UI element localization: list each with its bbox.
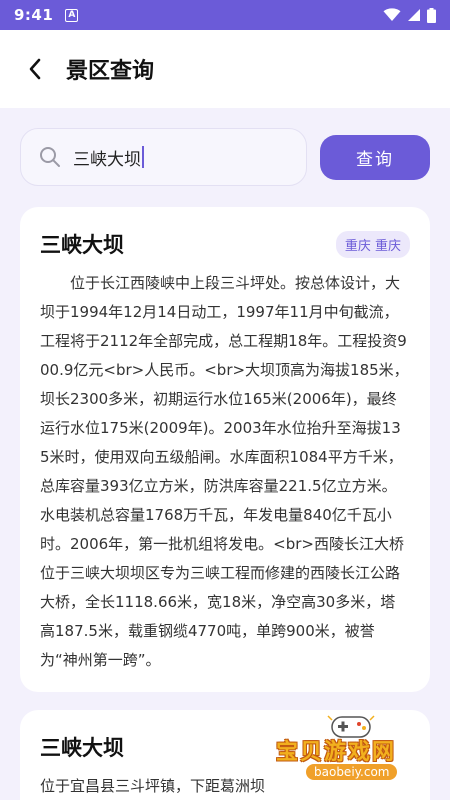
- watermark-url: baobeiy.com: [306, 764, 398, 780]
- back-button[interactable]: [20, 54, 50, 84]
- search-icon: [40, 147, 60, 167]
- status-bar: 9:41 A: [0, 0, 450, 30]
- region-badge: 重庆 重庆: [335, 230, 410, 258]
- status-icons: [383, 7, 436, 23]
- query-button[interactable]: 查询: [320, 135, 430, 180]
- search-input[interactable]: 三峡大坝: [73, 145, 144, 170]
- battery-icon: [427, 7, 436, 23]
- notification-icon: A: [65, 8, 79, 22]
- app-bar: 景区查询: [0, 30, 450, 108]
- card-header: 三峡大坝 重庆 重庆: [40, 229, 410, 259]
- status-time: 9:41: [14, 6, 54, 24]
- watermark: 宝贝游戏网 baobeiy.com: [268, 712, 438, 790]
- signal-icon: [408, 9, 420, 21]
- chevron-left-icon: [29, 58, 41, 80]
- scenic-name: 三峡大坝: [40, 736, 124, 760]
- page-title: 景区查询: [66, 59, 155, 84]
- search-field[interactable]: 三峡大坝: [20, 128, 307, 186]
- wifi-icon: [383, 8, 401, 21]
- scenic-name: 三峡大坝: [40, 233, 124, 257]
- scenic-description: 位于长江西陵峡中上段三斗坪处。按总体设计，大坝于1994年12月14日动工，19…: [40, 274, 409, 669]
- result-card[interactable]: 三峡大坝 重庆 重庆 位于长江西陵峡中上段三斗坪处。按总体设计，大坝于1994年…: [20, 207, 430, 692]
- watermark-text: 宝贝游戏网: [276, 740, 397, 765]
- search-input-value: 三峡大坝: [73, 149, 141, 170]
- search-row: 三峡大坝 查询: [20, 127, 430, 187]
- text-caret: [142, 146, 144, 168]
